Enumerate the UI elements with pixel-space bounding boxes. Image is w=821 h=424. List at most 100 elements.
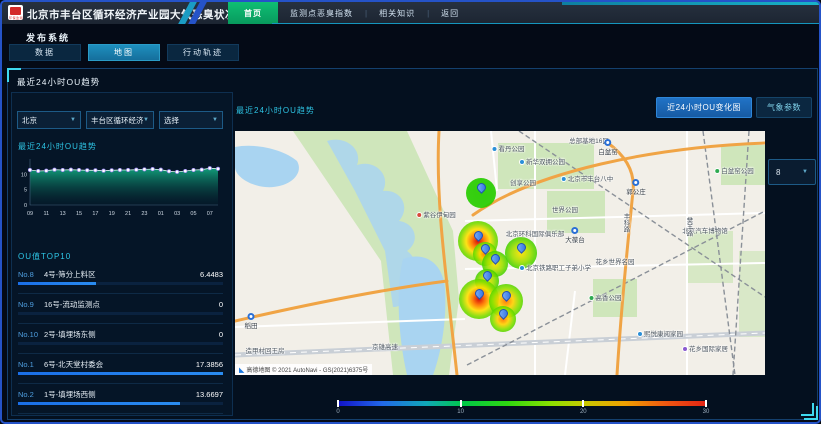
map-label: 创享公园 (510, 177, 536, 187)
legend-tick-label: 0 (336, 409, 339, 415)
poi-blue-icon (637, 331, 643, 337)
map-canvas[interactable]: ◣ 高德地图 © 2021 AutoNavi - GS(2021)6375号 看… (235, 131, 765, 375)
top-row-value: 17.3856 (196, 360, 223, 369)
top-list-row: No.102号-填埋场东侧 0 (18, 324, 223, 354)
top-list-row: No.84号-筛分上料区6.4483 (18, 264, 223, 294)
top-row-bar-fill (18, 372, 223, 375)
publish-system-label: 发布系统 (26, 31, 70, 44)
svg-text:05: 05 (190, 211, 196, 217)
map-button-1[interactable]: 气象参数 (756, 97, 812, 118)
park-select[interactable]: 丰台区循环经济产 ▼ (86, 111, 154, 129)
map-label: 京雄高速 (372, 341, 398, 351)
subway-station-icon (248, 313, 255, 320)
svg-text:23: 23 (141, 211, 147, 217)
top-row-rank: No.10 (18, 330, 44, 339)
svg-text:01: 01 (158, 211, 164, 217)
top-row-bar-track (18, 312, 223, 315)
top-row-value: 0 (219, 330, 223, 339)
ou-top-list: No.84号-筛分上料区6.4483No.916号-流动监测点0 No.102号-… (18, 264, 223, 414)
top-row-bar-track (18, 402, 223, 405)
top-header: 环保监测 北京市丰台区循环经济产业园大气恶臭状况实时 首页监测点恶臭指数|相关知… (2, 2, 819, 24)
tab-1[interactable]: 地图 (88, 44, 160, 61)
svg-text:5: 5 (24, 188, 27, 194)
app-title: 北京市丰台区循环经济产业园大气恶臭状况实时 (27, 7, 258, 22)
subway-station-name: 大葆台 (565, 234, 585, 244)
left-panel: 北京 ▼ 丰台区循环经济产 ▼ 选择 ▼ 最近24小时OU趋势 05100911… (11, 92, 233, 416)
top-row-bar-fill (18, 282, 96, 285)
top-list-row: No.16号-北天堂村委会17.3856 (18, 354, 223, 384)
ou-color-legend: 0102030 (338, 401, 706, 417)
top-row-bar-track (18, 282, 223, 285)
map-label: 白盆窑公园 (714, 165, 754, 175)
top-row-name: 6号-北天堂村委会 (44, 359, 103, 370)
legend-tick (460, 400, 462, 407)
map-label: 熙悦康阅家园 (637, 328, 683, 338)
subway-station-icon (572, 227, 579, 234)
park-icon (589, 295, 595, 301)
nav-item-3[interactable]: 返回 (429, 2, 471, 24)
ou-trend-chart: 0510091113151719212301030507 (14, 151, 228, 221)
top-row-bar-track (18, 372, 223, 375)
app-window: 环保监测 北京市丰台区循环经济产业园大气恶臭状况实时 首页监测点恶臭指数|相关知… (0, 0, 821, 424)
chevron-down-icon: ▼ (143, 117, 149, 123)
nav-item-0[interactable]: 首页 (228, 2, 278, 24)
subway-station-name: 白盆窑 (598, 146, 618, 156)
hour-select-value: 8 (776, 168, 780, 177)
svg-text:21: 21 (125, 211, 131, 217)
legend-tick-label: 20 (580, 409, 587, 415)
chevron-down-icon: ▼ (212, 117, 218, 123)
top-row-line: No.21号-填埋场西侧 13.6697 (18, 384, 223, 400)
point-select[interactable]: 选择 ▼ (159, 111, 223, 129)
top-row-rank: No.9 (18, 300, 44, 309)
svg-text:03: 03 (174, 211, 180, 217)
top-row-name: 2号-填埋场东侧 (44, 329, 96, 340)
chevron-down-icon: ▼ (70, 117, 76, 123)
top-row-rank: No.8 (18, 270, 44, 279)
main-panel: 最近24小时OU趋势 北京 ▼ 丰台区循环经济产 ▼ 选择 ▼ 最近24小时OU… (7, 68, 818, 420)
nav-item-2[interactable]: 相关知识 (367, 2, 427, 24)
legend-tick-label: 30 (703, 409, 710, 415)
poi-blue-icon (519, 265, 525, 271)
poi-blue-icon (519, 159, 525, 165)
tab-2[interactable]: 行动轨迹 (167, 44, 239, 61)
top-row-value: 13.6697 (196, 390, 223, 399)
map-label: 北京铁路职工子弟小学 (519, 262, 591, 272)
subway-station-name: 郭公庄 (626, 186, 646, 196)
trend-chart-svg: 0510091113151719212301030507 (14, 151, 228, 221)
top-row-name: 1号-填埋场西侧 (44, 389, 96, 400)
poi-blue-icon (561, 176, 567, 182)
region-select[interactable]: 北京 ▼ (17, 111, 81, 129)
subway-station-name: 稻田 (245, 320, 258, 330)
header-top-accent (562, 2, 821, 5)
svg-text:19: 19 (109, 211, 115, 217)
map-attribution: ◣ 高德地图 © 2021 AutoNavi - GS(2021)6375号 (235, 364, 372, 375)
svg-text:17: 17 (92, 211, 98, 217)
hour-select[interactable]: 8 ▼ (768, 159, 816, 185)
poi-purple-icon (682, 346, 688, 352)
tab-0[interactable]: 数据 (9, 44, 81, 61)
map-button-0[interactable]: 近24小时OU变化图 (656, 97, 752, 118)
top-row-rank: No.2 (18, 390, 44, 399)
poi-blue-icon (492, 146, 498, 152)
map-label: 紫谷伊甸园 (416, 209, 456, 219)
map-view-buttons: 近24小时OU变化图气象参数 (656, 97, 812, 118)
top-row-name: 4号-筛分上料区 (44, 269, 96, 280)
legend-tick-label: 10 (457, 409, 464, 415)
map-label: 花乡世界名园 (596, 256, 635, 266)
subway-station-icon (633, 179, 640, 186)
map-label: 北京市丰台八中 (561, 173, 614, 183)
map-label: 看丹公园 (492, 143, 525, 153)
map-label: 北京环科国际俱乐部 (506, 228, 565, 238)
top-list-title: OU值TOP10 (18, 251, 71, 262)
map-label: 新华双拥公园 (519, 156, 565, 166)
top-row-line: No.916号-流动监测点0 (18, 294, 223, 310)
svg-text:13: 13 (60, 211, 66, 217)
subway-station: 白盆窑 (598, 139, 618, 156)
subway-station: 郭公庄 (626, 179, 646, 196)
autonavi-logo-icon: ◣ (239, 366, 244, 374)
legend-gradient-bar: 0102030 (338, 401, 706, 406)
nav-item-1[interactable]: 监测点恶臭指数 (278, 2, 365, 24)
svg-text:11: 11 (43, 211, 49, 217)
map-label: 世界公园 (552, 204, 578, 214)
map-label: 高香公园 (589, 292, 622, 302)
